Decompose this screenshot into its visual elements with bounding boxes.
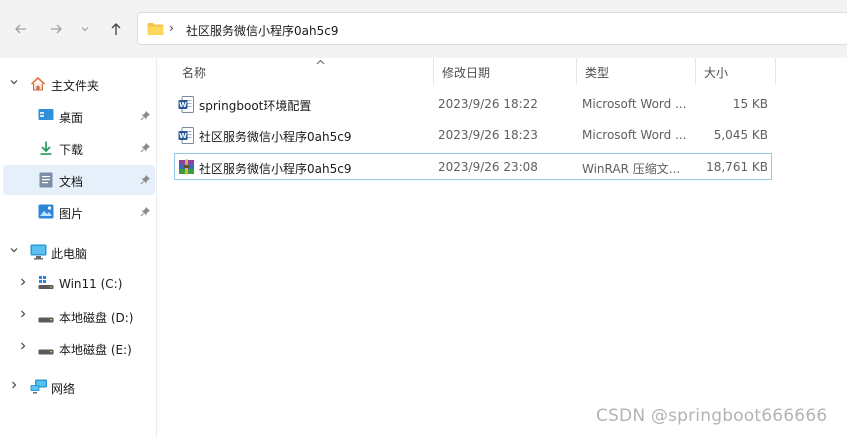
pin-icon[interactable]: [140, 142, 151, 156]
winrar-archive-icon: [178, 159, 195, 178]
chevron-right-icon[interactable]: [18, 277, 28, 290]
chevron-down-icon[interactable]: [9, 245, 19, 258]
file-row[interactable]: W springboot环境配置 2023/9/26 18:22 Microso…: [174, 90, 772, 117]
computer-icon: [30, 244, 47, 263]
chevron-right-icon[interactable]: [9, 380, 19, 393]
navigation-bar: › 社区服务微信小程序0ah5c9: [0, 0, 847, 58]
file-modified-date: 2023/9/26 18:23: [438, 128, 538, 142]
svg-text:W: W: [179, 132, 187, 140]
sidebar-item-label: 本地磁盘 (D:): [59, 311, 134, 325]
chevron-right-icon[interactable]: [18, 341, 28, 354]
sidebar-item-label: 下载: [59, 143, 84, 157]
desktop-icon: [38, 108, 54, 125]
file-name: springboot环境配置: [199, 99, 312, 113]
forward-button[interactable]: [45, 18, 67, 40]
pictures-icon: [38, 204, 54, 222]
address-bar[interactable]: › 社区服务微信小程序0ah5c9: [137, 12, 847, 45]
sidebar-item-this-pc[interactable]: 此电脑: [3, 237, 155, 267]
word-document-icon: W: [178, 96, 194, 116]
document-icon: [39, 172, 53, 191]
back-button[interactable]: [10, 18, 32, 40]
column-header-date[interactable]: 修改日期: [434, 58, 577, 85]
home-icon: [30, 76, 46, 95]
sidebar-item-label: 本地磁盘 (E:): [59, 343, 132, 357]
file-name: 社区服务微信小程序0ah5c9: [199, 130, 352, 144]
download-icon: [38, 140, 54, 159]
sidebar-item-label: 网络: [51, 382, 76, 396]
pin-icon[interactable]: [140, 174, 151, 188]
arrow-left-icon: [15, 24, 26, 34]
file-size: 18,761 KB: [706, 160, 768, 174]
drive-icon: [38, 312, 54, 326]
sidebar-item-label: 主文件夹: [51, 79, 100, 93]
sidebar-item-label: 图片: [59, 207, 84, 221]
chevron-down-icon[interactable]: [9, 77, 19, 90]
file-modified-date: 2023/9/26 23:08: [438, 160, 538, 174]
file-modified-date: 2023/9/26 18:22: [438, 97, 538, 111]
chevron-down-icon: [81, 27, 89, 32]
word-document-icon: W: [178, 127, 194, 147]
watermark: CSDN @springboot666666: [596, 406, 828, 426]
column-header-name[interactable]: 名称: [174, 58, 434, 85]
arrow-right-icon: [51, 24, 62, 34]
sidebar-item-network[interactable]: 网络: [3, 372, 155, 402]
folder-icon: [147, 23, 164, 35]
file-row[interactable]: W 社区服务微信小程序0ah5c9 2023/9/26 18:23 Micros…: [174, 121, 772, 148]
sidebar-item-label: 桌面: [59, 111, 84, 125]
drive-icon: [38, 344, 54, 358]
network-icon: [30, 379, 48, 398]
sidebar-item-home[interactable]: 主文件夹: [3, 69, 155, 99]
sidebar-item-label: 此电脑: [51, 247, 88, 261]
sidebar-item-drive-d[interactable]: 本地磁盘 (D:): [3, 301, 155, 331]
file-type: Microsoft Word ...: [582, 97, 687, 111]
file-row[interactable]: 社区服务微信小程序0ah5c9 2023/9/26 23:08 WinRAR 压…: [174, 153, 772, 180]
sidebar-item-documents[interactable]: 文档: [3, 165, 155, 195]
windows-drive-icon: [38, 276, 54, 293]
arrow-up-icon: [111, 23, 121, 35]
breadcrumb-separator: ›: [169, 21, 174, 35]
sidebar-item-downloads[interactable]: 下载: [3, 133, 155, 163]
sidebar-item-drive-e[interactable]: 本地磁盘 (E:): [3, 333, 155, 363]
file-list: 名称 修改日期 类型 大小 W springboot环境配置 2023/9/26…: [159, 58, 847, 438]
recent-locations-button[interactable]: [76, 18, 94, 40]
column-header-size[interactable]: 大小: [696, 58, 776, 85]
file-size: 15 KB: [732, 97, 768, 111]
sidebar-item-label: 文档: [59, 175, 84, 189]
sidebar-item-drive-c[interactable]: Win11 (C:): [3, 269, 155, 299]
column-header-type[interactable]: 类型: [577, 58, 696, 85]
file-type: WinRAR 压缩文...: [582, 162, 681, 176]
sort-ascending-icon: [316, 57, 325, 68]
pin-icon[interactable]: [140, 206, 151, 220]
sidebar-item-pictures[interactable]: 图片: [3, 197, 155, 227]
chevron-right-icon[interactable]: [18, 309, 28, 322]
file-name: 社区服务微信小程序0ah5c9: [199, 162, 352, 176]
file-size: 5,045 KB: [713, 128, 768, 142]
sidebar-item-desktop[interactable]: 桌面: [3, 101, 155, 131]
breadcrumb-current-folder[interactable]: 社区服务微信小程序0ah5c9: [186, 22, 338, 39]
svg-text:W: W: [179, 101, 187, 109]
navigation-pane: 主文件夹 桌面 下载 文档 图片 此电脑 Win11 (C:) 本地磁盘 (D:…: [0, 58, 157, 438]
sidebar-item-label: Win11 (C:): [59, 277, 123, 291]
pin-icon[interactable]: [140, 110, 151, 124]
up-button[interactable]: [105, 18, 127, 40]
file-type: Microsoft Word ...: [582, 128, 687, 142]
